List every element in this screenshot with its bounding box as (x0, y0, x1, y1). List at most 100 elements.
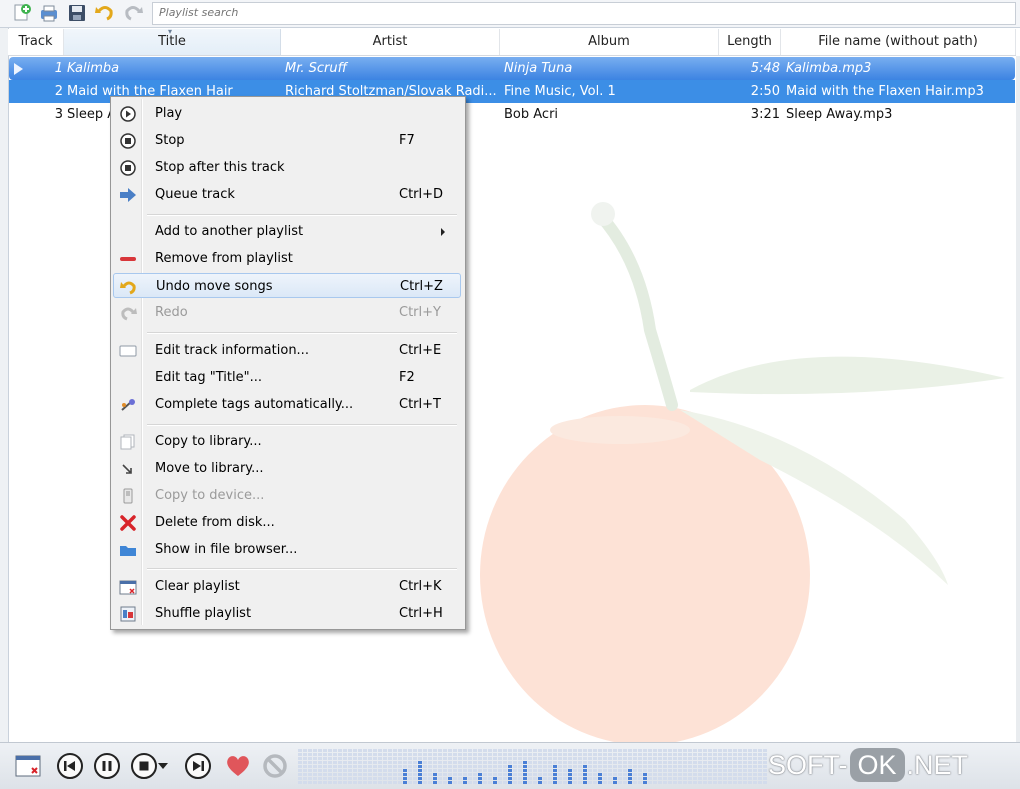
menu-separator (147, 214, 457, 216)
ban-icon (263, 754, 287, 778)
device-icon (119, 487, 137, 505)
menu-item-label: Copy to device... (155, 488, 265, 503)
menu-item-shortcut: Ctrl+D (399, 187, 444, 202)
now-playing-icon (14, 63, 23, 75)
next-track-button[interactable] (184, 752, 212, 780)
column-header-row: Track ▾ Title Artist Album Length File n… (8, 27, 1016, 56)
menu-item-label: Queue track (155, 187, 235, 202)
print-icon (41, 5, 57, 22)
menu-item-shuffle-playlist[interactable]: Shuffle playlist Ctrl+H (113, 601, 461, 626)
pause-button[interactable] (93, 752, 121, 780)
menu-item-shortcut: Ctrl+Z (400, 279, 443, 294)
menu-item-play[interactable]: Play (113, 101, 461, 126)
copy-icon (119, 433, 137, 451)
menu-item-shortcut: F7 (399, 133, 415, 148)
pause-icon (94, 753, 120, 779)
track-number: 3 (54, 107, 63, 122)
track-filename: Kalimba.mp3 (786, 61, 872, 76)
sort-indicator-icon: ▾ (168, 27, 173, 36)
playlist-toggle-button[interactable] (14, 752, 42, 780)
track-number: 2 (54, 84, 63, 99)
track-filename: Sleep Away.mp3 (786, 107, 893, 122)
track-context-menu: Play Stop F7 Stop after this track Queue… (110, 96, 466, 630)
menu-item-edit-tag-title[interactable]: Edit tag "Title"... F2 (113, 365, 461, 390)
menu-item-shortcut: Ctrl+T (399, 397, 441, 412)
move-arrow-icon (119, 460, 137, 478)
next-icon (185, 753, 211, 779)
menu-item-complete-tags[interactable]: Complete tags automatically... Ctrl+T (113, 392, 461, 417)
menu-item-label: Redo (155, 305, 188, 320)
menu-item-label: Play (155, 106, 183, 121)
previous-track-button[interactable] (56, 752, 84, 780)
menu-item-show-in-file-browser[interactable]: Show in file browser... (113, 537, 461, 562)
column-artist[interactable]: Artist (281, 29, 500, 55)
menu-separator (147, 424, 457, 426)
stop-button[interactable] (130, 752, 158, 780)
previous-icon (57, 753, 83, 779)
menu-item-edit-track-information[interactable]: Edit track information... Ctrl+E (113, 338, 461, 363)
stop-icon (119, 132, 137, 150)
love-track-button[interactable] (224, 752, 252, 780)
menu-item-shortcut: F2 (399, 370, 415, 385)
ban-track-button[interactable] (261, 752, 289, 780)
column-filename[interactable]: File name (without path) (781, 29, 1016, 55)
menu-item-stop-after-track[interactable]: Stop after this track (113, 155, 461, 180)
menu-item-stop[interactable]: Stop F7 (113, 128, 461, 153)
menu-separator (147, 332, 457, 334)
new-playlist-icon (14, 4, 31, 21)
new-playlist-button[interactable] (11, 2, 33, 24)
menu-item-add-to-playlist[interactable]: Add to another playlist (113, 219, 461, 244)
column-title-label: Title (158, 34, 186, 49)
brand-text-right: .NET (906, 750, 969, 780)
menu-item-redo[interactable]: Redo Ctrl+Y (113, 300, 461, 325)
shuffle-playlist-icon (119, 605, 137, 623)
playlist-search-input[interactable] (153, 3, 1005, 22)
menu-item-shortcut: Ctrl+K (399, 579, 442, 594)
track-album: Ninja Tuna (504, 61, 573, 76)
column-length[interactable]: Length (719, 29, 781, 55)
column-album[interactable]: Album (500, 29, 719, 55)
delete-x-icon (119, 514, 137, 532)
menu-item-label: Remove from playlist (155, 251, 293, 266)
menu-item-copy-to-library[interactable]: Copy to library... (113, 429, 461, 454)
menu-item-delete-from-disk[interactable]: Delete from disk... (113, 510, 461, 535)
track-artist: Mr. Scruff (285, 61, 347, 76)
column-track[interactable]: Track (8, 29, 64, 55)
menu-item-label: Delete from disk... (155, 515, 275, 530)
menu-item-label: Edit tag "Title"... (155, 370, 262, 385)
remove-icon (119, 250, 137, 268)
track-length: 2:50 (750, 84, 780, 99)
track-number: 1 (54, 61, 63, 76)
chevron-down-icon (158, 763, 168, 769)
menu-item-undo-move-songs[interactable]: Undo move songs Ctrl+Z (113, 273, 461, 298)
watermark-brand-text: SOFT- OK .NET (768, 748, 968, 782)
menu-item-shortcut: Ctrl+Y (399, 305, 441, 320)
redo-button[interactable] (122, 2, 144, 24)
menu-item-label: Shuffle playlist (155, 606, 252, 621)
menu-item-remove-from-playlist[interactable]: Remove from playlist (113, 246, 461, 271)
menu-item-clear-playlist[interactable]: Clear playlist Ctrl+K (113, 574, 461, 599)
undo-button[interactable] (94, 2, 116, 24)
playlist-search-box[interactable] (152, 2, 1016, 25)
undo-icon (95, 6, 113, 21)
menu-item-label: Add to another playlist (155, 224, 304, 239)
spectrum-analyzer[interactable] (298, 747, 768, 785)
menu-item-move-to-library[interactable]: Move to library... (113, 456, 461, 481)
brand-ok-badge: OK (849, 748, 905, 782)
menu-item-copy-to-device[interactable]: Copy to device... (113, 483, 461, 508)
track-row[interactable]: 1 Kalimba Mr. Scruff Ninja Tuna 5:48 Kal… (9, 57, 1015, 80)
print-button[interactable] (38, 2, 60, 24)
column-title[interactable]: ▾ Title (64, 27, 281, 55)
edit-info-icon (119, 342, 137, 360)
menu-item-queue-track[interactable]: Queue track Ctrl+D (113, 182, 461, 207)
vertical-scrollbar[interactable] (1016, 56, 1020, 742)
save-icon (69, 5, 85, 21)
stop-after-icon (119, 159, 137, 177)
menu-item-label: Stop after this track (155, 160, 285, 175)
redo-icon (119, 304, 137, 322)
submenu-arrow-icon (441, 228, 445, 236)
toolbar (0, 0, 1020, 28)
undo-icon (120, 278, 138, 296)
save-button[interactable] (66, 2, 88, 24)
stop-options-dropdown[interactable] (156, 752, 170, 780)
